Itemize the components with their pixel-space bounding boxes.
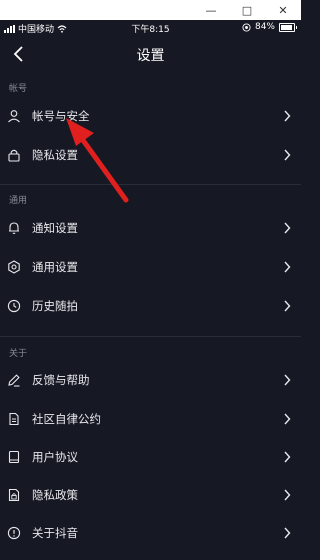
minimize-icon: — <box>205 3 217 17</box>
settings-item-label: 反馈与帮助 <box>32 373 90 387</box>
settings-item-label: 隐私设置 <box>32 148 78 162</box>
battery-percent: 84% <box>254 22 275 32</box>
chevron-right-icon <box>284 110 291 122</box>
section-title-about: 关于 <box>9 349 28 359</box>
user-icon <box>8 110 20 123</box>
settings-item-feedback[interactable]: 反馈与帮助 <box>0 361 301 399</box>
settings-item-label: 用户协议 <box>32 450 78 464</box>
settings-item-community[interactable]: 社区自律公约 <box>0 400 301 438</box>
settings-item-privacy-settings[interactable]: 隐私设置 <box>0 136 301 174</box>
settings-item-label: 帐号与安全 <box>32 109 90 123</box>
settings-item-label: 通知设置 <box>32 221 78 235</box>
close-button[interactable]: ✕ <box>265 0 301 20</box>
gear-icon <box>8 260 20 274</box>
settings-item-privacy-policy[interactable]: 隐私政策 <box>0 476 301 514</box>
settings-item-label: 通用设置 <box>32 260 78 274</box>
close-icon: ✕ <box>278 3 288 17</box>
settings-item-about[interactable]: 关于抖音 <box>0 514 301 552</box>
maximize-icon: □ <box>241 3 253 17</box>
chevron-right-icon <box>284 149 291 161</box>
settings-item-label: 历史随拍 <box>32 299 78 313</box>
book-icon <box>8 450 20 464</box>
settings-item-general[interactable]: 通用设置 <box>0 248 301 286</box>
chevron-right-icon <box>284 222 291 234</box>
maximize-button[interactable]: □ <box>229 0 265 20</box>
location-icon <box>242 22 251 32</box>
status-bar: 中国移动 下午8:15 84% <box>0 20 301 36</box>
bell-icon <box>9 222 19 234</box>
page-title: 设置 <box>136 48 165 64</box>
section-divider <box>0 184 301 185</box>
chevron-right-icon <box>284 413 291 425</box>
battery-icon <box>279 22 297 32</box>
window-titlebar: — □ ✕ <box>0 0 301 20</box>
chevron-right-icon <box>284 374 291 386</box>
clock-icon <box>7 299 21 313</box>
chevron-right-icon <box>284 527 291 539</box>
settings-item-label: 社区自律公约 <box>32 412 101 426</box>
lock-icon <box>8 149 20 162</box>
section-title-general: 通用 <box>9 196 28 206</box>
settings-screen: 中国移动 下午8:15 84% 设置 帐号 帐号与安全 隐私设置 通用 通知设置… <box>0 20 301 560</box>
pencil-icon <box>8 374 20 387</box>
navigation-bar: 设置 <box>0 36 301 74</box>
chevron-right-icon <box>284 300 291 312</box>
settings-item-account-security[interactable]: 帐号与安全 <box>0 97 301 135</box>
privacy-document-icon <box>8 488 20 502</box>
settings-item-label: 隐私政策 <box>32 488 78 502</box>
info-icon <box>7 526 21 540</box>
settings-item-label: 关于抖音 <box>32 526 78 540</box>
section-title-account: 帐号 <box>9 84 28 94</box>
minimize-button[interactable]: — <box>193 0 229 20</box>
section-divider <box>0 336 301 337</box>
document-icon <box>9 412 19 426</box>
chevron-right-icon <box>284 451 291 463</box>
settings-item-notifications[interactable]: 通知设置 <box>0 209 301 247</box>
chevron-right-icon <box>284 261 291 273</box>
settings-item-user-agreement[interactable]: 用户协议 <box>0 438 301 476</box>
settings-item-history[interactable]: 历史随拍 <box>0 287 301 325</box>
chevron-right-icon <box>284 489 291 501</box>
